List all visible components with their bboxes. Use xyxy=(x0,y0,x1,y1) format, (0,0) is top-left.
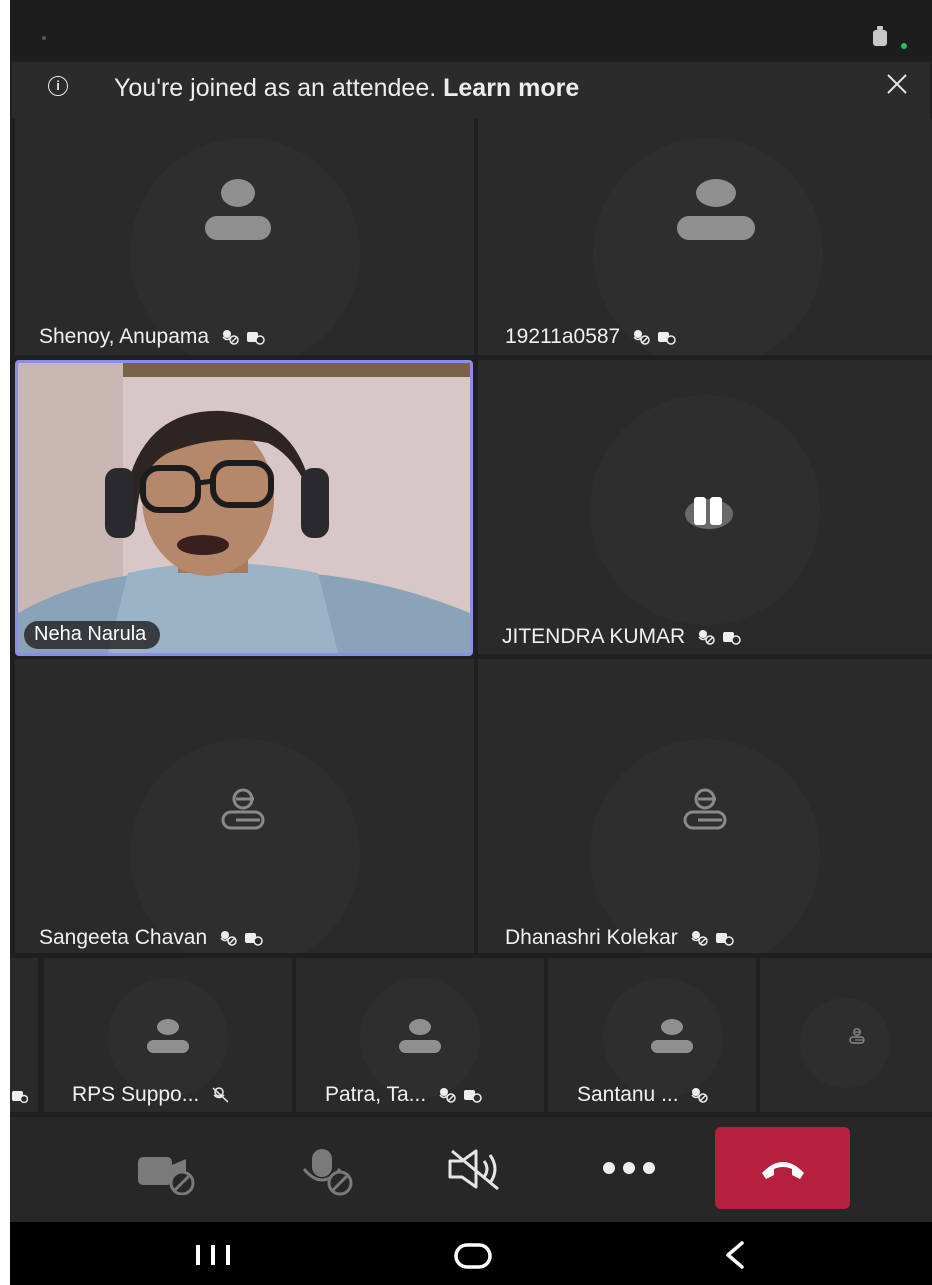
mic-off-icon xyxy=(439,1088,482,1104)
camera-off-icon[interactable] xyxy=(138,1151,202,1195)
home-icon[interactable] xyxy=(453,1242,493,1270)
system-nav-bar xyxy=(10,1222,932,1285)
person-icon xyxy=(651,1019,693,1053)
avatar-circle xyxy=(590,739,820,953)
strip-participant-name: RPS Suppo... xyxy=(72,1083,231,1107)
participant-tile-4[interactable]: JITENDRA KUMAR xyxy=(478,360,932,654)
mic-off-icon xyxy=(222,330,265,346)
person-icon xyxy=(221,788,265,830)
person-icon xyxy=(205,179,271,240)
participant-video xyxy=(18,363,470,653)
participant-name: Shenoy, Anupama xyxy=(39,325,265,349)
notification-dot xyxy=(901,43,907,49)
participant-tile-1[interactable]: Shenoy, Anupama xyxy=(15,118,474,355)
mic-off-icon xyxy=(633,330,676,346)
status-dot xyxy=(42,36,46,40)
participant-name: Neha Narula xyxy=(24,621,161,649)
participant-tile-6[interactable]: Dhanashri Kolekar xyxy=(478,659,932,953)
person-icon xyxy=(849,1028,865,1044)
hang-up-button[interactable] xyxy=(715,1127,850,1209)
strip-tile-3[interactable]: Santanu ... xyxy=(548,958,756,1112)
mic-off-icon xyxy=(220,931,263,947)
info-icon: i xyxy=(48,76,68,96)
strip-tile-2[interactable]: Patra, Ta... xyxy=(296,958,544,1112)
participant-name: Sangeeta Chavan xyxy=(39,926,263,950)
participant-tile-5[interactable]: Sangeeta Chavan xyxy=(15,659,474,953)
participant-name: 19211a0587 xyxy=(505,325,676,349)
avatar-circle xyxy=(593,138,823,355)
strip-participant-name: Patra, Ta... xyxy=(325,1083,482,1107)
strip-tile-1[interactable]: RPS Suppo... xyxy=(44,958,292,1112)
avatar-circle xyxy=(130,739,360,953)
person-icon xyxy=(399,1019,441,1053)
strip-tile-4[interactable] xyxy=(760,958,932,1112)
banner-message: You're joined as an attendee. Learn more xyxy=(114,74,579,103)
call-controls xyxy=(10,1117,932,1222)
hang-up-icon xyxy=(762,1162,804,1179)
mic-off-icon xyxy=(691,931,734,947)
strip-tile-partial[interactable] xyxy=(10,958,38,1112)
avatar-circle xyxy=(800,998,890,1088)
phone-screen: i You're joined as an attendee. Learn mo… xyxy=(10,0,932,1285)
back-icon[interactable] xyxy=(722,1240,746,1270)
person-icon xyxy=(147,1019,189,1053)
recent-apps-icon[interactable] xyxy=(194,1244,232,1266)
avatar-circle xyxy=(130,138,360,355)
participant-name: JITENDRA KUMAR xyxy=(502,625,741,649)
close-icon[interactable] xyxy=(883,70,911,98)
banner-text: You're joined as an attendee. xyxy=(114,74,437,102)
pause-icon xyxy=(685,497,733,529)
learn-more-link[interactable]: Learn more xyxy=(443,74,579,102)
mic-off-icon xyxy=(698,630,741,646)
status-bar xyxy=(10,0,932,60)
mic-off-icon[interactable] xyxy=(300,1147,356,1197)
participant-tile-2[interactable]: 19211a0587 xyxy=(478,118,932,355)
battery-icon xyxy=(873,26,887,46)
more-options-icon[interactable] xyxy=(602,1161,656,1175)
mic-off-icon xyxy=(212,1087,229,1104)
mic-off-icon xyxy=(691,1088,709,1104)
person-icon xyxy=(677,179,755,240)
strip-participant-name: Santanu ... xyxy=(577,1083,710,1107)
attendee-banner: i You're joined as an attendee. Learn mo… xyxy=(12,62,930,118)
camera-off-icon xyxy=(12,1091,28,1103)
speaker-off-icon[interactable] xyxy=(446,1147,504,1191)
person-icon xyxy=(683,788,727,830)
participant-name: Dhanashri Kolekar xyxy=(505,926,734,950)
participant-video-tile[interactable]: Neha Narula xyxy=(15,360,473,656)
